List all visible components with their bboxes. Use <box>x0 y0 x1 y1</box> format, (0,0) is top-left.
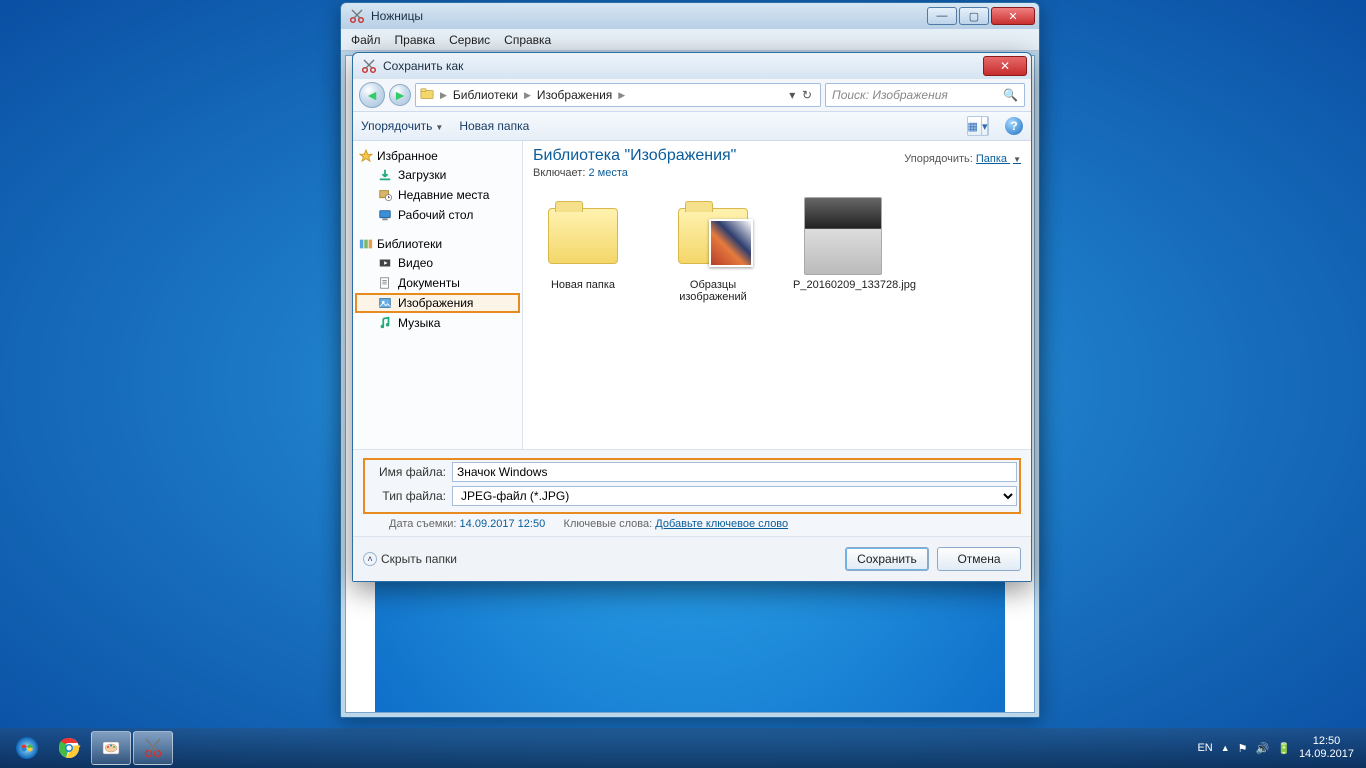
search-input[interactable]: Поиск: Изображения 🔍 <box>825 83 1025 107</box>
tree-item-desktop[interactable]: Рабочий стол <box>355 205 520 225</box>
snip-title: Ножницы <box>371 9 423 23</box>
tray-up-icon[interactable]: ▲ <box>1221 743 1230 753</box>
menu-help[interactable]: Справка <box>504 33 551 47</box>
dialog-footer: ˄ Скрыть папки Сохранить Отмена <box>353 536 1031 581</box>
tree-libraries-header[interactable]: Библиотеки <box>355 235 520 253</box>
file-item-label: P_20160209_133728.jpg <box>793 279 893 291</box>
save-as-dialog: Сохранить как ✕ ◄ ► ▶ Библиотеки ▶ Изобр… <box>352 52 1032 582</box>
cancel-button[interactable]: Отмена <box>937 547 1021 571</box>
search-icon: 🔍 <box>1003 88 1018 102</box>
filename-label: Имя файла: <box>367 465 452 479</box>
snip-menubar: Файл Правка Сервис Справка <box>341 29 1039 51</box>
meta-tags-link[interactable]: Добавьте ключевое слово <box>655 518 788 530</box>
snip-titlebar[interactable]: Ножницы — ▢ ✕ <box>341 3 1039 29</box>
start-button[interactable] <box>7 731 47 765</box>
new-folder-button[interactable]: Новая папка <box>459 119 529 133</box>
meta-date-value: 14.09.2017 12:50 <box>460 518 546 530</box>
file-item-sample-pictures[interactable]: Образцы изображений <box>663 197 763 303</box>
system-tray: EN ▲ ⚑ 🔊 🔋 12:50 14.09.2017 <box>1197 735 1360 761</box>
scissors-icon <box>349 8 365 24</box>
file-item-photo[interactable]: P_20160209_133728.jpg <box>793 197 893 291</box>
search-placeholder: Поиск: Изображения <box>832 88 948 102</box>
battery-icon[interactable]: 🔋 <box>1277 742 1291 755</box>
dialog-title: Сохранить как <box>383 59 463 73</box>
help-icon[interactable]: ? <box>1005 117 1023 135</box>
chevron-right-icon: ▶ <box>440 90 447 101</box>
taskbar-clock[interactable]: 12:50 14.09.2017 <box>1299 735 1354 761</box>
filetype-label: Тип файла: <box>367 489 452 503</box>
sort-control[interactable]: Упорядочить: Папка ▼ <box>904 153 1021 165</box>
taskbar: EN ▲ ⚑ 🔊 🔋 12:50 14.09.2017 <box>0 728 1366 768</box>
taskbar-snipping[interactable] <box>133 731 173 765</box>
taskbar-chrome[interactable] <box>49 731 89 765</box>
scissors-icon <box>361 58 377 74</box>
file-save-fields: Имя файла: Тип файла: JPEG-файл (*.JPG) … <box>353 449 1031 536</box>
tree-item-pictures[interactable]: Изображения <box>355 293 520 313</box>
chevron-up-icon: ˄ <box>363 552 377 566</box>
nav-back-button[interactable]: ◄ <box>359 82 385 108</box>
file-item-label: Новая папка <box>533 279 633 291</box>
nav-row: ◄ ► ▶ Библиотеки ▶ Изображения ▶ ▾ ↻ Пои… <box>353 79 1031 111</box>
tree-item-videos[interactable]: Видео <box>355 253 520 273</box>
file-list-pane: Библиотека "Изображения" Включает: 2 мес… <box>523 141 1031 449</box>
meta-date-label: Дата съемки: <box>389 518 456 530</box>
file-item-folder[interactable]: Новая папка <box>533 197 633 291</box>
minimize-button[interactable]: — <box>927 7 957 25</box>
tree-item-music[interactable]: Музыка <box>355 313 520 333</box>
filetype-select[interactable]: JPEG-файл (*.JPG) <box>452 486 1017 506</box>
includes-link[interactable]: 2 места <box>588 167 627 179</box>
dialog-close-button[interactable]: ✕ <box>983 56 1027 76</box>
hide-folders-toggle[interactable]: ˄ Скрыть папки <box>363 552 457 566</box>
breadcrumb-root[interactable]: Библиотеки <box>453 88 518 102</box>
nav-tree: Избранное Загрузки Недавние места Рабочи… <box>353 141 523 449</box>
volume-icon[interactable]: 🔊 <box>1256 742 1270 755</box>
view-mode-button[interactable]: ▦▾ <box>967 116 989 136</box>
maximize-button[interactable]: ▢ <box>959 7 989 25</box>
file-item-label: Образцы изображений <box>663 279 763 303</box>
taskbar-paint[interactable] <box>91 731 131 765</box>
close-button[interactable]: ✕ <box>991 7 1035 25</box>
meta-tags-label: Ключевые слова: <box>564 518 653 530</box>
library-includes: Включает: 2 места <box>533 167 1021 179</box>
photo-thumbnail <box>804 197 882 275</box>
tree-favorites-header[interactable]: Избранное <box>355 147 520 165</box>
action-center-icon[interactable]: ⚑ <box>1238 742 1248 755</box>
save-button[interactable]: Сохранить <box>845 547 929 571</box>
chevron-right-icon: ▶ <box>618 90 625 101</box>
folder-icon <box>420 87 434 104</box>
language-indicator[interactable]: EN <box>1197 742 1212 754</box>
tree-item-downloads[interactable]: Загрузки <box>355 165 520 185</box>
address-bar[interactable]: ▶ Библиотеки ▶ Изображения ▶ ▾ ↻ <box>415 83 821 107</box>
chevron-right-icon: ▶ <box>524 90 531 101</box>
address-dropdown[interactable]: ▾ ↻ <box>785 88 816 102</box>
dialog-titlebar[interactable]: Сохранить как ✕ <box>353 53 1031 79</box>
menu-edit[interactable]: Правка <box>395 33 436 47</box>
menu-file[interactable]: Файл <box>351 33 381 47</box>
tree-item-documents[interactable]: Документы <box>355 273 520 293</box>
filename-input[interactable] <box>452 462 1017 482</box>
organize-button[interactable]: Упорядочить▼ <box>361 119 443 133</box>
tree-item-recent[interactable]: Недавние места <box>355 185 520 205</box>
menu-tools[interactable]: Сервис <box>449 33 490 47</box>
nav-forward-button[interactable]: ► <box>389 84 411 106</box>
breadcrumb-folder[interactable]: Изображения <box>537 88 612 102</box>
dialog-toolbar: Упорядочить▼ Новая папка ▦▾ ? <box>353 111 1031 141</box>
